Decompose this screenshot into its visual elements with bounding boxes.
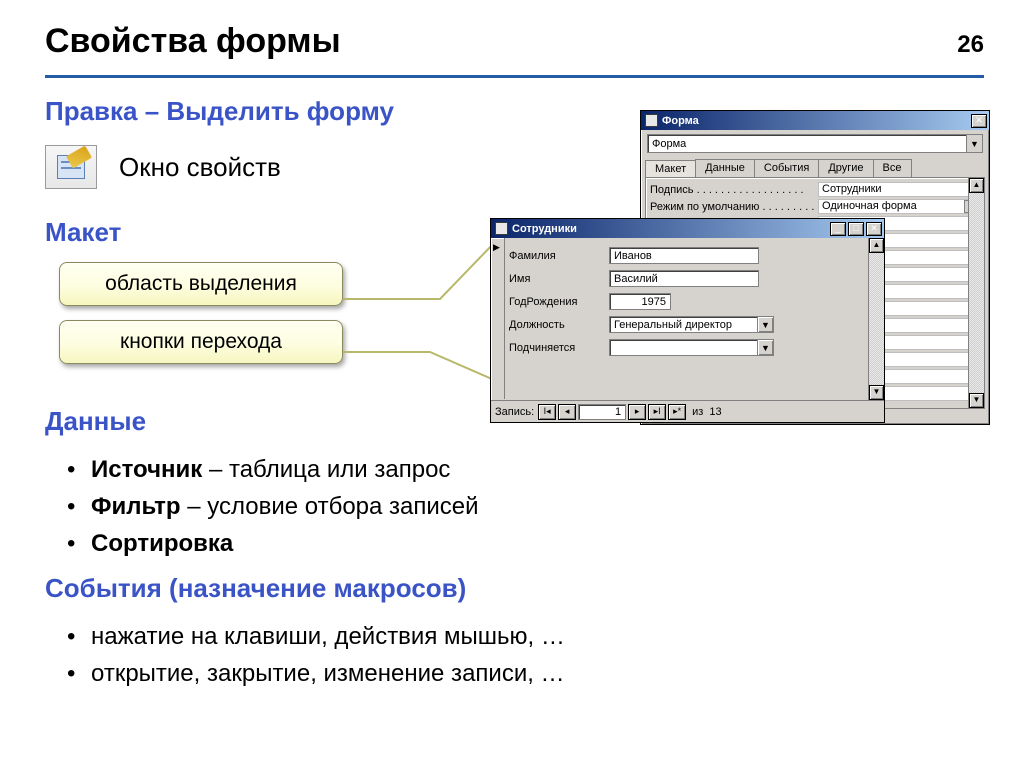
- data-list: Источник – таблица или запрос Фильтр – у…: [67, 451, 984, 563]
- chevron-down-icon[interactable]: ▼: [758, 316, 774, 333]
- record-selector[interactable]: [491, 238, 505, 399]
- property-row: Режим по умолчанию . . . . . . . . . Оди…: [648, 198, 982, 215]
- tab-other[interactable]: Другие: [818, 159, 873, 177]
- window-title: Сотрудники: [512, 223, 826, 235]
- scroll-up-icon[interactable]: ▲: [869, 238, 884, 253]
- field-label: Имя: [509, 273, 601, 285]
- field-label: Подчиняется: [509, 342, 601, 354]
- list-item: нажатие на клавиши, действия мышью, …: [67, 618, 984, 655]
- chevron-down-icon[interactable]: ▼: [966, 135, 982, 152]
- firstname-input[interactable]: Василий: [609, 270, 759, 287]
- chevron-down-icon[interactable]: ▼: [758, 339, 774, 356]
- page-number: 26: [957, 31, 984, 59]
- callout-selection-area: область выделения: [59, 262, 343, 306]
- field-row: Подчиняется ▼: [509, 336, 864, 359]
- field-row: Фамилия Иванов: [509, 244, 864, 267]
- events-list: нажатие на клавиши, действия мышью, … от…: [67, 618, 984, 692]
- scroll-down-icon[interactable]: ▼: [869, 385, 884, 400]
- close-button[interactable]: ✕: [971, 114, 987, 128]
- property-value[interactable]: Одиночная форма▼: [818, 199, 982, 214]
- combo-value: Форма: [648, 138, 966, 150]
- scrollbar-vertical[interactable]: ▲ ▼: [868, 238, 884, 400]
- field-label: ГодРождения: [509, 296, 601, 308]
- form-window: Сотрудники _ □ ✕ Фамилия Иванов Имя Вас: [490, 218, 885, 423]
- record-navigator: Запись: I◂ ◂ 1 ▸ ▸I ▸* из 13: [491, 400, 884, 422]
- reports-to-combo[interactable]: ▼: [609, 339, 774, 356]
- callout-nav-buttons: кнопки перехода: [59, 320, 343, 364]
- nav-prev-button[interactable]: ◂: [558, 404, 576, 420]
- window-title: Форма: [662, 115, 967, 127]
- scrollbar-vertical[interactable]: ▲ ▼: [968, 178, 984, 408]
- nav-current-record[interactable]: 1: [578, 404, 626, 420]
- tab-events[interactable]: События: [754, 159, 819, 177]
- minimize-button[interactable]: _: [830, 222, 846, 236]
- list-item: Источник – таблица или запрос: [67, 451, 984, 488]
- property-value[interactable]: Сотрудники: [818, 182, 982, 197]
- nav-first-button[interactable]: I◂: [538, 404, 556, 420]
- titlebar[interactable]: Форма ✕: [641, 111, 989, 130]
- tabs: Макет Данные События Другие Все: [641, 159, 989, 177]
- window-icon: [645, 114, 658, 127]
- window-icon: [495, 222, 508, 235]
- tab-data[interactable]: Данные: [695, 159, 755, 177]
- maximize-button[interactable]: □: [848, 222, 864, 236]
- nav-total-records: 13: [709, 406, 721, 418]
- tab-all[interactable]: Все: [873, 159, 912, 177]
- tab-layout[interactable]: Макет: [645, 160, 696, 178]
- nav-label: Запись:: [495, 406, 534, 418]
- scroll-down-icon[interactable]: ▼: [969, 393, 984, 408]
- list-item: Фильтр – условие отбора записей: [67, 488, 984, 525]
- nav-of-label: из: [692, 406, 703, 418]
- nav-last-button[interactable]: ▸I: [648, 404, 666, 420]
- scroll-up-icon[interactable]: ▲: [969, 178, 984, 193]
- properties-window-icon: [45, 145, 97, 189]
- nav-next-button[interactable]: ▸: [628, 404, 646, 420]
- lastname-input[interactable]: Иванов: [609, 247, 759, 264]
- titlebar[interactable]: Сотрудники _ □ ✕: [491, 219, 884, 238]
- list-item: Сортировка: [67, 525, 984, 562]
- field-row: ГодРождения 1975: [509, 290, 864, 313]
- position-combo[interactable]: Генеральный директор ▼: [609, 316, 774, 333]
- close-button[interactable]: ✕: [866, 222, 882, 236]
- field-label: Фамилия: [509, 250, 601, 262]
- slide-title: Свойства формы: [45, 22, 341, 61]
- object-selector-combo[interactable]: Форма ▼: [647, 134, 983, 153]
- field-row: Должность Генеральный директор ▼: [509, 313, 864, 336]
- birthyear-input[interactable]: 1975: [609, 293, 671, 310]
- field-row: Имя Василий: [509, 267, 864, 290]
- list-item: открытие, закрытие, изменение записи, …: [67, 655, 984, 692]
- properties-window-label: Окно свойств: [119, 152, 281, 183]
- divider: [45, 75, 984, 78]
- section-events-head: События (назначение макросов): [45, 573, 984, 604]
- nav-new-button[interactable]: ▸*: [668, 404, 686, 420]
- property-row: Подпись . . . . . . . . . . . . . . . . …: [648, 181, 982, 198]
- field-label: Должность: [509, 319, 601, 331]
